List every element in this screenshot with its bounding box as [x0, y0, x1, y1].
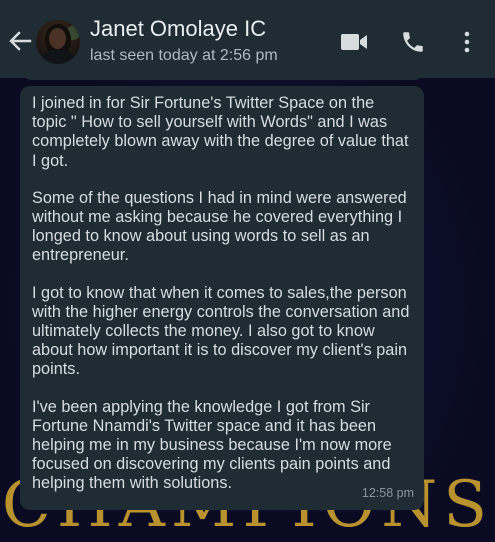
last-seen-status: last seen today at 2:56 pm — [90, 47, 278, 64]
more-vertical-icon — [464, 31, 470, 53]
contact-name[interactable]: Janet Omolaye IC — [90, 16, 266, 42]
phone-icon — [403, 32, 423, 52]
chat-header: Janet Omolaye IC last seen today at 2:56… — [0, 0, 495, 78]
message-paragraph: I've been applying the knowledge I got f… — [32, 397, 392, 493]
message-paragraph: I got to know that when it comes to sale… — [32, 283, 410, 379]
voice-call-button[interactable] — [400, 29, 426, 55]
message-timestamp: 12:58 pm — [361, 486, 414, 500]
contact-avatar[interactable] — [36, 20, 80, 64]
arrow-left-icon — [9, 31, 32, 51]
more-options-button[interactable] — [458, 29, 476, 55]
video-camera-icon — [341, 34, 367, 50]
video-call-button[interactable] — [340, 31, 368, 53]
message-bubble[interactable]: I joined in for Sir Fortune's Twitter Sp… — [20, 86, 424, 510]
message-paragraph: Some of the questions I had in mind were… — [32, 188, 407, 265]
back-button[interactable] — [6, 27, 34, 55]
message-paragraph: I joined in for Sir Fortune's Twitter Sp… — [32, 94, 409, 170]
